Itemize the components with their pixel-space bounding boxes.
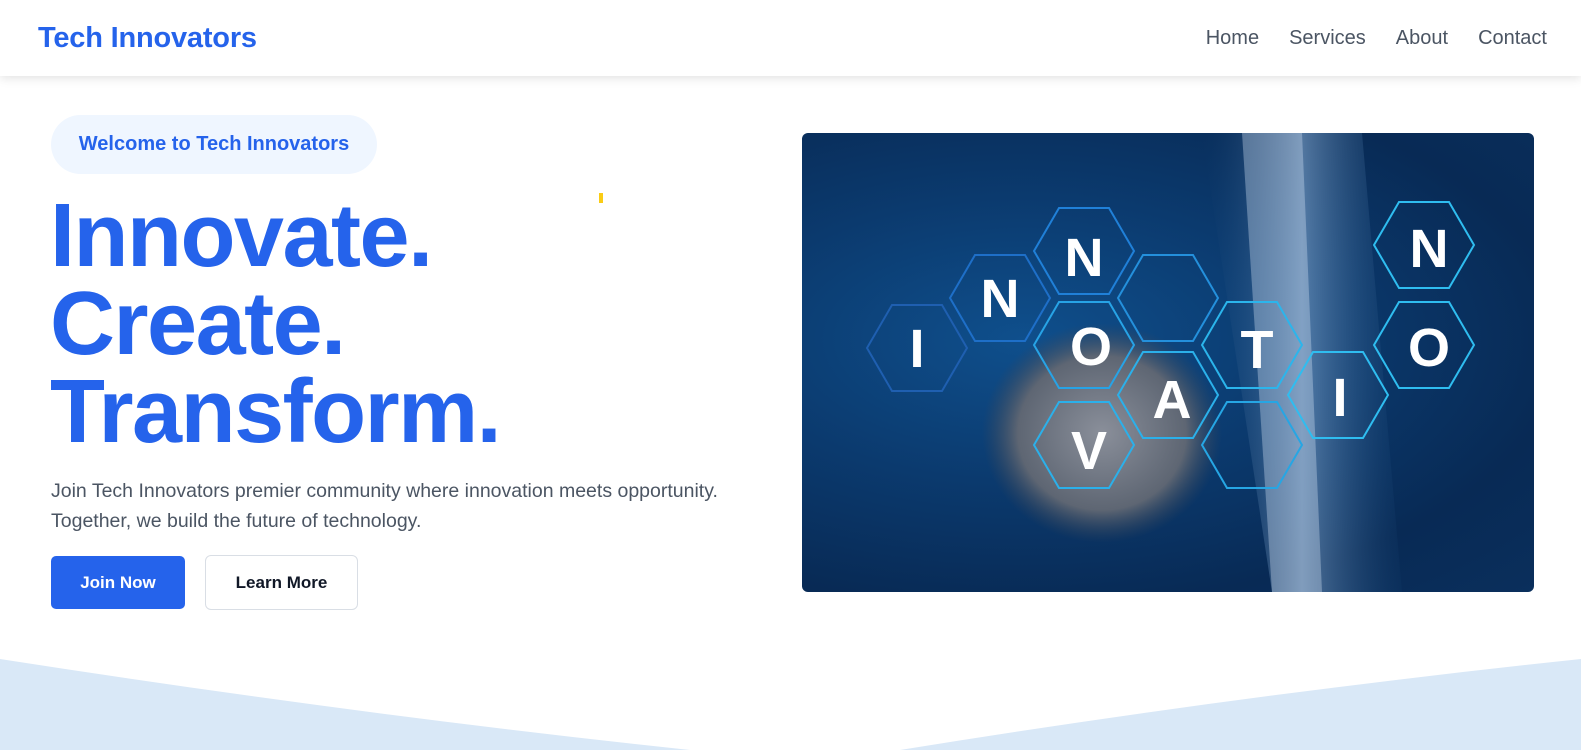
- hero-title: Innovate. Create. Transform.: [50, 186, 502, 462]
- nav-link-home[interactable]: Home: [1206, 27, 1259, 50]
- hero-title-line-1: Innovate.: [50, 186, 433, 286]
- hex-letter-2: N: [981, 269, 1020, 329]
- hex-letter-1: I: [909, 319, 924, 379]
- learn-more-button[interactable]: Learn More: [205, 555, 358, 610]
- hero-description-line-1: Join Tech Innovators premier community w…: [51, 480, 718, 502]
- bottom-wave: [0, 659, 1581, 750]
- decorative-tick: [599, 193, 603, 203]
- navbar: Tech Innovators Home Services About Cont…: [0, 0, 1581, 76]
- hex-letter-3: N: [1065, 228, 1104, 288]
- nav-link-contact[interactable]: Contact: [1478, 27, 1547, 50]
- hero-image: I N N O V A T I O N: [802, 133, 1534, 592]
- hero-title-line-3: Transform.: [50, 362, 502, 462]
- brand-logo[interactable]: Tech Innovators: [38, 22, 257, 55]
- join-now-button[interactable]: Join Now: [51, 556, 185, 609]
- hex-letter-10: N: [1410, 219, 1449, 279]
- hero-description: Join Tech Innovators premier community w…: [51, 476, 781, 536]
- hex-letter-4: O: [1070, 317, 1112, 377]
- hero-description-line-2: Together, we build the future of technol…: [51, 510, 422, 532]
- innovation-illustration: I N N O V A T I O N: [865, 133, 1476, 592]
- hero-title-line-2: Create.: [50, 274, 346, 374]
- nav-links: Home Services About Contact: [1206, 27, 1547, 50]
- nav-link-services[interactable]: Services: [1289, 27, 1366, 50]
- hex-letter-5: V: [1071, 421, 1107, 481]
- hex-letter-7: T: [1241, 320, 1274, 380]
- welcome-badge: Welcome to Tech Innovators: [51, 115, 377, 174]
- nav-link-about[interactable]: About: [1396, 27, 1448, 50]
- hex-letter-8: I: [1332, 368, 1347, 428]
- hex-letter-9: O: [1408, 318, 1450, 378]
- hex-letter-6: A: [1153, 370, 1192, 430]
